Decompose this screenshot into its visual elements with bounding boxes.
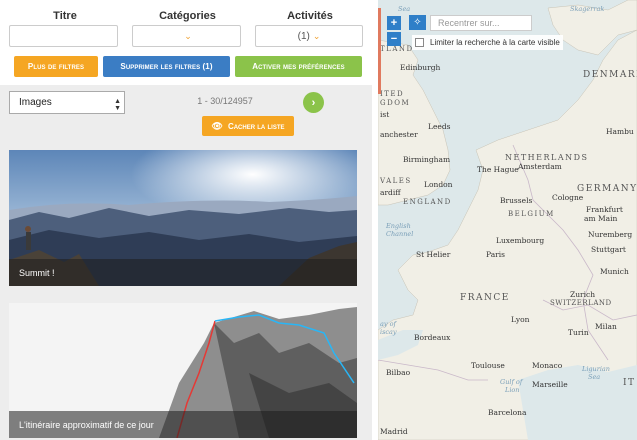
more-filters-button[interactable]: Plus de filtres: [14, 56, 98, 77]
map-label: Zurich: [570, 290, 596, 299]
results-panel: Titre Catégories Activités ⌄ (1) ⌄ Plus …: [0, 0, 372, 440]
map-label: Toulouse: [471, 361, 505, 370]
result-type-select[interactable]: Images ▲ ▼: [9, 91, 125, 114]
map-label: ardiff: [380, 188, 401, 197]
map-label: iscay: [380, 328, 397, 336]
map-label: ist: [380, 110, 390, 119]
map-label: Brussels: [500, 196, 533, 205]
checkbox-icon: [415, 38, 424, 47]
title-filter-label: Titre: [53, 10, 77, 22]
map-label: Bilbao: [386, 368, 411, 377]
map-label: Cologne: [552, 193, 584, 202]
map-label: IT: [623, 378, 636, 388]
select-arrows-icon: ▲ ▼: [114, 98, 121, 112]
image-caption: L'itinéraire approximatif de ce jour: [9, 411, 357, 438]
recenter-input[interactable]: Recentrer sur...: [430, 15, 532, 31]
map-label: ENGLAND: [403, 198, 452, 206]
result-type-value: Images: [19, 97, 52, 108]
crosshair-icon: ✧: [413, 17, 422, 28]
activities-filter-dropdown[interactable]: (1) ⌄: [255, 25, 363, 47]
eye-slash-icon: 👁: [211, 120, 223, 131]
chevron-right-icon: ›: [311, 96, 316, 109]
map-label: Lyon: [511, 315, 530, 324]
map-label: St Helier: [416, 250, 451, 259]
hide-list-button[interactable]: 👁 Cacher la liste: [202, 116, 294, 136]
map-label: Milan: [595, 322, 617, 331]
map-label: TLAND: [380, 45, 414, 53]
map-label: Skagerrak: [570, 5, 605, 13]
map-label: Birmingham: [403, 155, 451, 164]
image-card[interactable]: Summit !: [9, 150, 357, 286]
map-label: GDOM: [380, 99, 411, 107]
map-label: ay of: [380, 320, 396, 328]
map-label: FRANCE: [460, 293, 510, 303]
categories-filter-label: Catégories: [159, 10, 216, 22]
map-label: Marseille: [532, 380, 568, 389]
map-label: am Main: [584, 214, 618, 223]
hide-list-label: Cacher la liste: [227, 121, 285, 131]
map-label: Leeds: [428, 122, 451, 131]
title-filter-input[interactable]: [9, 25, 118, 47]
map-label: Stuttgart: [591, 245, 626, 254]
map-label: ITED: [380, 90, 405, 98]
limit-to-map-checkbox[interactable]: Limiter la recherche à la carte visible: [412, 35, 563, 50]
map-label: anchester: [380, 130, 418, 139]
map-label: Edinburgh: [400, 63, 441, 72]
map-label: Madrid: [380, 427, 408, 436]
clear-filters-button[interactable]: Supprimer les filtres (1): [103, 56, 230, 77]
map-label: Lion: [505, 386, 520, 394]
image-caption: Summit !: [9, 259, 357, 286]
map-label: BELGIUM: [508, 210, 555, 218]
map-label: Ligurian: [582, 365, 610, 373]
map-label: GERMANY: [577, 184, 637, 194]
activities-filter-label: Activités: [287, 10, 333, 22]
map-label: Nuremberg: [588, 230, 633, 239]
activities-filter-value: (1): [297, 30, 310, 42]
results-count: 1 - 30/124957: [197, 96, 253, 106]
map-label: Paris: [486, 250, 506, 259]
chevron-down-icon: ⌄: [184, 30, 192, 41]
map-label: Hambu: [606, 127, 634, 136]
map-label: Turin: [568, 328, 589, 337]
zoom-in-button[interactable]: +: [387, 16, 401, 30]
chevron-down-icon: ⌄: [312, 30, 321, 41]
zoom-out-button[interactable]: −: [387, 32, 401, 46]
map-label: VALES: [380, 177, 412, 185]
categories-filter-dropdown[interactable]: ⌄: [132, 25, 241, 47]
map-label: The Hague: [477, 165, 519, 174]
next-page-button[interactable]: ›: [303, 92, 324, 113]
limit-to-map-label: Limiter la recherche à la carte visible: [430, 38, 560, 47]
map-label: Sea: [398, 5, 411, 13]
map-label: Gulf of: [500, 378, 523, 386]
map-label: Barcelona: [488, 408, 527, 417]
map-label: Amsterdam: [518, 162, 562, 171]
activate-preferences-button[interactable]: Activer mes préférences: [235, 56, 362, 77]
locate-button[interactable]: ✧: [409, 15, 426, 30]
map-label: Channel: [386, 230, 414, 238]
map-label: Luxembourg: [496, 236, 545, 245]
map-label: London: [424, 180, 453, 189]
map-label: Frankfurt: [586, 205, 623, 214]
map-label: Monaco: [532, 361, 563, 370]
panel-resize-handle[interactable]: [378, 8, 381, 94]
map-label: English: [386, 222, 411, 230]
map-label: NETHERLANDS: [505, 153, 589, 162]
map-label: Munich: [600, 267, 629, 276]
image-card[interactable]: L'itinéraire approximatif de ce jour: [9, 303, 357, 438]
map-label: Bordeaux: [414, 333, 451, 342]
map-label: DENMARK: [583, 70, 637, 80]
map-label: SWITZERLAND: [550, 299, 612, 307]
map-label: Sea: [588, 373, 601, 381]
map-view[interactable]: Sea Skagerrak DENMARK TLAND Edinburgh IT…: [378, 0, 637, 440]
